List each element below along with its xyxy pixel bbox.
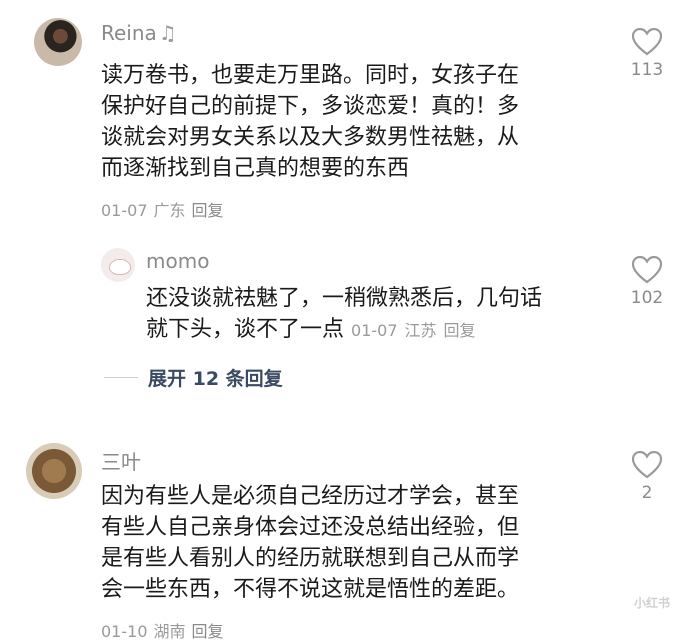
- comment-date: 01-07: [351, 321, 398, 340]
- comment-date: 01-07: [101, 201, 148, 220]
- avatar[interactable]: [26, 443, 82, 499]
- like-count: 102: [630, 288, 664, 308]
- comment-text: 因为有些人是必须自己经历过才学会，甚至 有些人自己亲身体会过还没总结出经验，但 …: [101, 484, 520, 602]
- comment-meta: 01-10 湖南 回复: [101, 618, 230, 642]
- avatar[interactable]: [34, 18, 82, 66]
- music-note-icon: ♫: [158, 21, 177, 45]
- watermark: 小红书: [633, 596, 670, 610]
- comment-location: 湖南: [153, 622, 186, 641]
- reply-button[interactable]: 回复: [444, 321, 476, 340]
- username[interactable]: 三叶: [101, 446, 141, 475]
- comment-location: 广东: [153, 201, 186, 220]
- reply-button[interactable]: 回复: [192, 622, 224, 641]
- heart-icon: [632, 451, 662, 479]
- comment-location: 江苏: [404, 321, 437, 340]
- like-button[interactable]: 113: [617, 28, 677, 80]
- heart-icon: [632, 256, 662, 284]
- heart-icon: [632, 28, 662, 56]
- like-count: 2: [641, 483, 653, 503]
- reply-button[interactable]: 回复: [192, 201, 224, 220]
- expand-replies-label: 展开 12 条回复: [148, 368, 283, 390]
- comment-text-content: 还没谈就祛魅了，一稍微熟悉后，几句话 就下头，谈不了一点: [146, 286, 543, 342]
- comment-text: 还没谈就祛魅了，一稍微熟悉后，几句话 就下头，谈不了一点 01-07 江苏 回复: [146, 283, 542, 346]
- divider: [104, 377, 138, 378]
- expand-replies-button[interactable]: 展开 12 条回复: [104, 364, 283, 391]
- comment-text: 读万卷书，也要走万里路。同时，女孩子在 保护好自己的前提下，多谈恋爱！真的！多 …: [101, 63, 520, 181]
- like-count: 113: [630, 60, 664, 80]
- comment-meta: 01-07 广东 回复: [101, 197, 230, 221]
- like-button[interactable]: 2: [617, 451, 677, 503]
- username[interactable]: momo: [146, 249, 209, 273]
- like-button[interactable]: 102: [617, 256, 677, 308]
- comment-date: 01-10: [101, 622, 148, 641]
- avatar[interactable]: [101, 248, 135, 282]
- username[interactable]: Reina ♫: [101, 21, 177, 45]
